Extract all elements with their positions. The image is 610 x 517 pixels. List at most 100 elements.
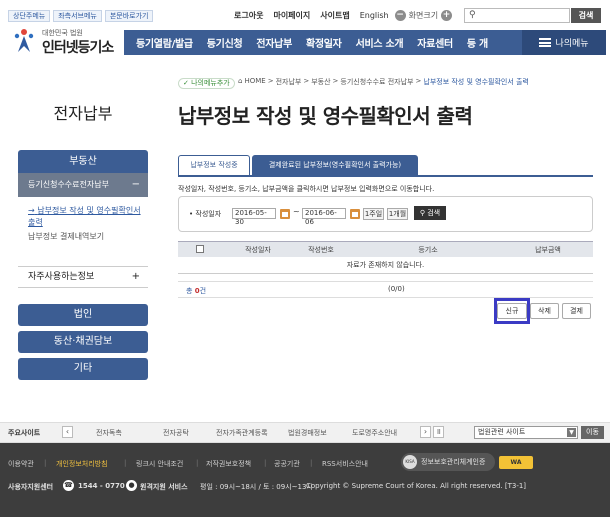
prev-icon[interactable]: ‹ [62,426,73,438]
sidebar-menu: 부동산 등기신청수수료전자납부 − → 납부정보 작성 및 영수필확인서 출력 … [18,150,148,250]
nav-item-more[interactable]: 등 개 [460,35,495,50]
my-menu-button[interactable]: 나의메뉴 [522,30,606,55]
table-footer [178,281,593,298]
pay-button[interactable]: 결제 [562,303,591,319]
collapse-icon: − [131,179,140,190]
remote-support-link[interactable]: 원격지원 서비스 [140,482,188,492]
breadcrumb: ⌂ HOME > 전자납부 > 부동산 > 등기신청수수료 전자납부 > 납부정… [238,77,529,87]
logout-link[interactable]: 로그아웃 [234,10,263,21]
sidebar-category-real-estate[interactable]: 부동산 [18,150,148,173]
one-month-button[interactable]: 1개월 [387,208,408,220]
delete-button[interactable]: 삭제 [530,303,559,319]
column-header: 작성번호 [308,246,334,254]
footer-link-public[interactable]: 공공기관 [274,459,300,469]
check-icon: ✓ [183,79,189,87]
calendar-icon[interactable] [350,209,360,219]
related-site-link[interactable]: 도로명주소안내 [352,428,397,438]
home-icon: ⌂ [238,77,243,85]
end-date-input[interactable]: 2016-06-06 [302,208,346,226]
hamburger-icon [539,38,552,47]
my-menu-label: 나의메뉴 [555,39,589,49]
related-sites-title: 주요사이트 [8,429,41,437]
nav-item-view-issue[interactable]: 등기열람/발급 [124,35,200,50]
court-emblem-icon [14,29,34,52]
site-logo[interactable]: 대한민국 법원 인터넷등기소 [12,26,122,56]
calendar-icon[interactable] [280,209,290,219]
sidebar-movable-collateral[interactable]: 동산·채권담보 [18,331,148,353]
breadcrumb-item[interactable]: 전자납부 [276,77,302,87]
top-search-button[interactable]: 검색 [571,8,601,23]
footer-link-privacy[interactable]: 개인정보처리방침 [56,459,108,469]
table-header: 작성일자 작성번호 등기소 납부금액 [178,241,593,257]
nav-item-fixed-date[interactable]: 확정일자 [299,35,349,50]
footer-separator: | [264,459,267,467]
sidebar-link-payment-history[interactable]: 납부정보 결제내역보기 [28,231,144,242]
wa-certification-badge: WA [499,456,533,469]
zoom-label: 화면크기 [408,10,439,20]
column-header: 작성일자 [245,246,271,254]
sidebar-title: 전자납부 [53,104,113,123]
kisa-certification: KISA 정보보호관리체계인증 [401,453,495,471]
mypage-link[interactable]: 마이페이지 [273,10,310,21]
related-site-link[interactable]: 법원경매정보 [288,428,327,438]
tab-completed[interactable]: 결제완료된 납부정보(영수필확인서 출력가능) [252,155,418,175]
breadcrumb-item[interactable]: 등기신청수수료 전자납부 [340,77,413,87]
one-week-button[interactable]: 1주일 [363,208,384,220]
search-icon: ⚲ [419,209,425,217]
support-center-label: 사용자지원센터 [8,483,54,491]
nav-item-service-intro[interactable]: 서비스 소개 [349,35,411,50]
sidebar-corporation[interactable]: 법인 [18,304,148,326]
tab-in-progress[interactable]: 납부정보 작성중 [178,155,250,175]
related-site-link[interactable]: 전자공탁 [163,428,189,438]
zoom-out-icon[interactable]: − [394,9,406,21]
zoom-in-icon[interactable]: + [441,9,453,21]
breadcrumb-item[interactable]: 부동산 [311,77,330,87]
chevron-down-icon: ▼ [567,428,576,437]
sidebar-link-write-payment[interactable]: → 납부정보 작성 및 영수필확인서 출력 [28,205,144,229]
expand-icon: + [131,271,140,282]
sidebar-etc[interactable]: 기타 [18,358,148,380]
footer-link-terms[interactable]: 이용약관 [8,459,34,469]
add-my-menu-button[interactable]: ✓ 나의메뉴추가 [178,78,235,89]
related-site-go-button[interactable]: 이동 [581,426,604,439]
new-button-highlight [494,298,530,324]
start-date-input[interactable]: 2016-05-30 [232,208,276,226]
skip-to-content[interactable]: 본문바로가기 [104,10,154,22]
remote-support-icon: ● [126,480,137,491]
sidebar-faq[interactable]: 자주사용하는정보 + [18,266,148,288]
next-icon[interactable]: › [420,426,431,438]
pause-icon[interactable]: ॥ [433,426,444,438]
search-icon: ⚲ [469,10,476,20]
top-search-input[interactable]: ⚲ [464,8,570,23]
main-nav: 등기열람/발급 등기신청 전자납부 확정일자 서비스 소개 자료센터 등 개 [124,30,522,55]
nav-item-resource-center[interactable]: 자료센터 [410,35,460,50]
related-site-link[interactable]: 전자가족관계등록 [216,428,268,438]
footer [0,443,610,517]
filter-search-button[interactable]: ⚲ 검색 [414,206,446,220]
sidebar-links: → 납부정보 작성 및 영수필확인서 출력 납부정보 결제내역보기 [18,197,148,250]
breadcrumb-home[interactable]: HOME [244,77,265,87]
related-site-link[interactable]: 전자독촉 [96,428,122,438]
sitemap-link[interactable]: 사이트맵 [320,10,349,21]
select-all-checkbox[interactable] [196,245,204,253]
skip-to-side-menu[interactable]: 좌측서브메뉴 [53,10,102,22]
english-link[interactable]: English [360,11,389,20]
footer-link-rss[interactable]: RSS서비스안내 [322,459,368,469]
chevron-right-icon: > [267,77,274,85]
logo-name: 인터넷등기소 [42,40,114,56]
chevron-right-icon: > [303,77,310,85]
total-count: 총 0건 [186,287,207,295]
nav-item-e-payment[interactable]: 전자납부 [249,35,299,50]
phone-icon: ☎ [63,480,74,491]
copyright: Copyright © Supreme Court of Korea. All … [306,482,527,490]
support-phone: 1544 - 0770 [78,482,125,490]
related-site-select[interactable]: 법원관련 사이트 ▼ [474,426,578,439]
chevron-right-icon: > [415,77,422,85]
footer-link-copyright[interactable]: 저작권보호정책 [206,459,251,469]
column-header: 등기소 [418,246,438,254]
skip-to-top-menu[interactable]: 상단주메뉴 [8,10,51,22]
footer-link-linking[interactable]: 링크시 안내조건 [136,459,183,469]
nav-item-registration[interactable]: 등기신청 [200,35,250,50]
sidebar-sub-fee-payment[interactable]: 등기신청수수료전자납부 − [18,173,148,197]
chevron-right-icon: > [332,77,339,85]
